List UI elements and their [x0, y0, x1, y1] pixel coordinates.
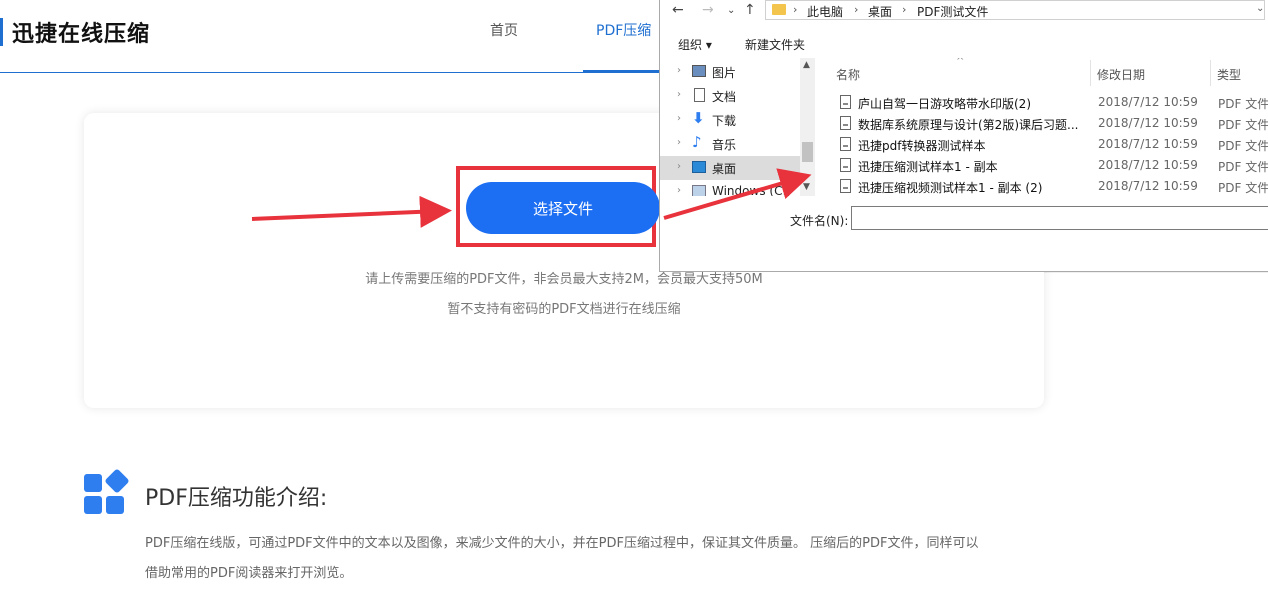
select-file-button[interactable]: 选择文件 — [466, 182, 660, 234]
site-logo[interactable]: 迅捷在线压缩 — [12, 16, 150, 48]
nav-item-music[interactable]: › ♪ 音乐 — [660, 132, 800, 156]
feature-description-line2: 借助常用的PDF阅读器来打开浏览。 — [145, 566, 353, 581]
file-date: 2018/7/12 10:59 — [1098, 137, 1198, 151]
file-type: PDF 文件 — [1218, 139, 1268, 153]
nav-label: 文档 — [712, 90, 737, 104]
nav-pdf-compress[interactable]: PDF压缩 — [596, 20, 651, 40]
file-name: 迅捷压缩测试样本1 - 副本 — [858, 160, 998, 174]
up-arrow-icon[interactable]: ↑ — [744, 2, 756, 18]
nav-item-pictures[interactable]: › 图片 — [660, 60, 800, 84]
file-date: 2018/7/12 10:59 — [1098, 179, 1198, 193]
filename-input[interactable] — [851, 206, 1268, 230]
pdf-file-icon — [840, 158, 851, 172]
file-name: 数据库系统原理与设计(第2版)课后习题... — [858, 118, 1079, 132]
desktop-icon — [692, 161, 706, 173]
file-type: PDF 文件 — [1218, 118, 1268, 132]
file-date: 2018/7/12 10:59 — [1098, 158, 1198, 172]
expand-chevron-icon[interactable]: › — [677, 137, 681, 148]
forward-arrow-icon[interactable]: → — [702, 2, 714, 18]
upload-hint-password: 暂不支持有密码的PDF文档进行在线压缩 — [447, 302, 681, 317]
nav-active-underline — [583, 70, 659, 73]
file-row[interactable]: 迅捷压缩视频测试样本1 - 副本 (2) 2018/7/12 10:59 PDF… — [838, 176, 1268, 196]
column-divider[interactable] — [1210, 60, 1211, 86]
pdf-file-icon — [840, 95, 851, 109]
address-bar[interactable]: › 此电脑 › 桌面 › PDF测试文件 ⌄ — [765, 0, 1265, 20]
file-name: 庐山自驾一日游攻略带水印版(2) — [858, 97, 1031, 111]
music-icon: ♪ — [692, 133, 702, 151]
file-open-dialog: ← → ⌄ ↑ › 此电脑 › 桌面 › PDF测试文件 ⌄ 组织 ▾ 新建文件… — [659, 0, 1268, 273]
column-divider[interactable] — [1090, 60, 1091, 86]
scroll-down-icon[interactable]: ▼ — [803, 182, 810, 192]
filename-label: 文件名(N): — [790, 214, 849, 228]
breadcrumb-this-pc[interactable]: 此电脑 — [807, 3, 843, 20]
column-header-date[interactable]: 修改日期 — [1097, 66, 1145, 83]
expand-chevron-icon[interactable]: › — [677, 65, 681, 76]
dialog-toolbar: 组织 ▾ 新建文件夹 — [660, 30, 1268, 56]
new-folder-button[interactable]: 新建文件夹 — [745, 36, 805, 53]
nav-label: 桌面 — [712, 162, 737, 176]
scroll-up-icon[interactable]: ▲ — [803, 60, 810, 70]
pdf-file-icon — [840, 116, 851, 130]
nav-label: 图片 — [712, 66, 737, 80]
scrollbar-thumb[interactable] — [802, 142, 813, 162]
back-arrow-icon[interactable]: ← — [672, 2, 684, 18]
nav-label: 音乐 — [712, 138, 737, 152]
column-header-name[interactable]: 名称 — [836, 66, 860, 83]
nav-pane-scrollbar[interactable]: ▲ ▼ — [800, 58, 815, 196]
file-list-pane: ^ 名称 修改日期 类型 庐山自驾一日游攻略带水印版(2) 2018/7/12 … — [820, 58, 1268, 196]
breadcrumb-desktop[interactable]: 桌面 — [868, 3, 892, 20]
expand-chevron-icon[interactable]: › — [677, 185, 681, 196]
column-header-type[interactable]: 类型 — [1217, 66, 1241, 83]
file-row[interactable]: 数据库系统原理与设计(第2版)课后习题... 2018/7/12 10:59 P… — [838, 113, 1268, 134]
file-type: PDF 文件 — [1218, 181, 1268, 195]
nav-item-windows-drive[interactable]: › Windows (C:) — [660, 180, 800, 196]
nav-label: Windows (C:) — [712, 184, 792, 196]
nav-item-downloads[interactable]: › ⬇ 下载 — [660, 108, 800, 132]
file-date: 2018/7/12 10:59 — [1098, 95, 1198, 109]
file-name: 迅捷压缩视频测试样本1 - 副本 (2) — [858, 181, 1043, 195]
folder-icon — [772, 4, 786, 15]
file-row[interactable]: 迅捷压缩测试样本1 - 副本 2018/7/12 10:59 PDF 文件 — [838, 155, 1268, 176]
file-type: PDF 文件 — [1218, 160, 1268, 174]
file-row[interactable]: 迅捷pdf转换器测试样本 2018/7/12 10:59 PDF 文件 — [838, 134, 1268, 155]
file-row[interactable]: 庐山自驾一日游攻略带水印版(2) 2018/7/12 10:59 PDF 文件 — [838, 92, 1268, 113]
file-type: PDF 文件 — [1218, 97, 1268, 111]
expand-chevron-icon[interactable]: › — [677, 113, 681, 124]
logo-accent-bar — [0, 18, 3, 46]
nav-home[interactable]: 首页 — [490, 20, 518, 40]
expand-chevron-icon[interactable]: › — [677, 161, 681, 172]
drive-icon — [692, 185, 706, 196]
file-date: 2018/7/12 10:59 — [1098, 116, 1198, 130]
pictures-icon — [692, 65, 706, 77]
breadcrumb-pdf-folder[interactable]: PDF测试文件 — [917, 3, 988, 20]
document-icon — [694, 88, 705, 102]
feature-description-line1: PDF压缩在线版，可通过PDF文件中的文本以及图像，来减少文件的大小，并在PDF… — [145, 536, 979, 551]
nav-item-desktop[interactable]: › 桌面 — [660, 156, 800, 180]
recent-chevron-icon[interactable]: ⌄ — [727, 5, 735, 16]
feature-grid-icon — [84, 468, 130, 514]
nav-label: 下载 — [712, 114, 737, 128]
address-dropdown-icon[interactable]: ⌄ — [1256, 3, 1264, 14]
sort-ascending-icon: ^ — [956, 58, 965, 67]
pdf-file-icon — [840, 179, 851, 193]
download-icon: ⬇ — [692, 109, 705, 127]
dialog-address-row: ← → ⌄ ↑ › 此电脑 › 桌面 › PDF测试文件 ⌄ — [660, 0, 1268, 22]
nav-item-documents[interactable]: › 文档 — [660, 84, 800, 108]
file-name: 迅捷pdf转换器测试样本 — [858, 139, 986, 153]
expand-chevron-icon[interactable]: › — [677, 89, 681, 100]
feature-title: PDF压缩功能介绍: — [145, 486, 328, 511]
pdf-file-icon — [840, 137, 851, 151]
navigation-pane: › 图片 › 文档 › ⬇ 下载 › ♪ 音乐 › 桌面 › Windows (… — [660, 58, 815, 196]
organize-button[interactable]: 组织 ▾ — [678, 36, 712, 53]
